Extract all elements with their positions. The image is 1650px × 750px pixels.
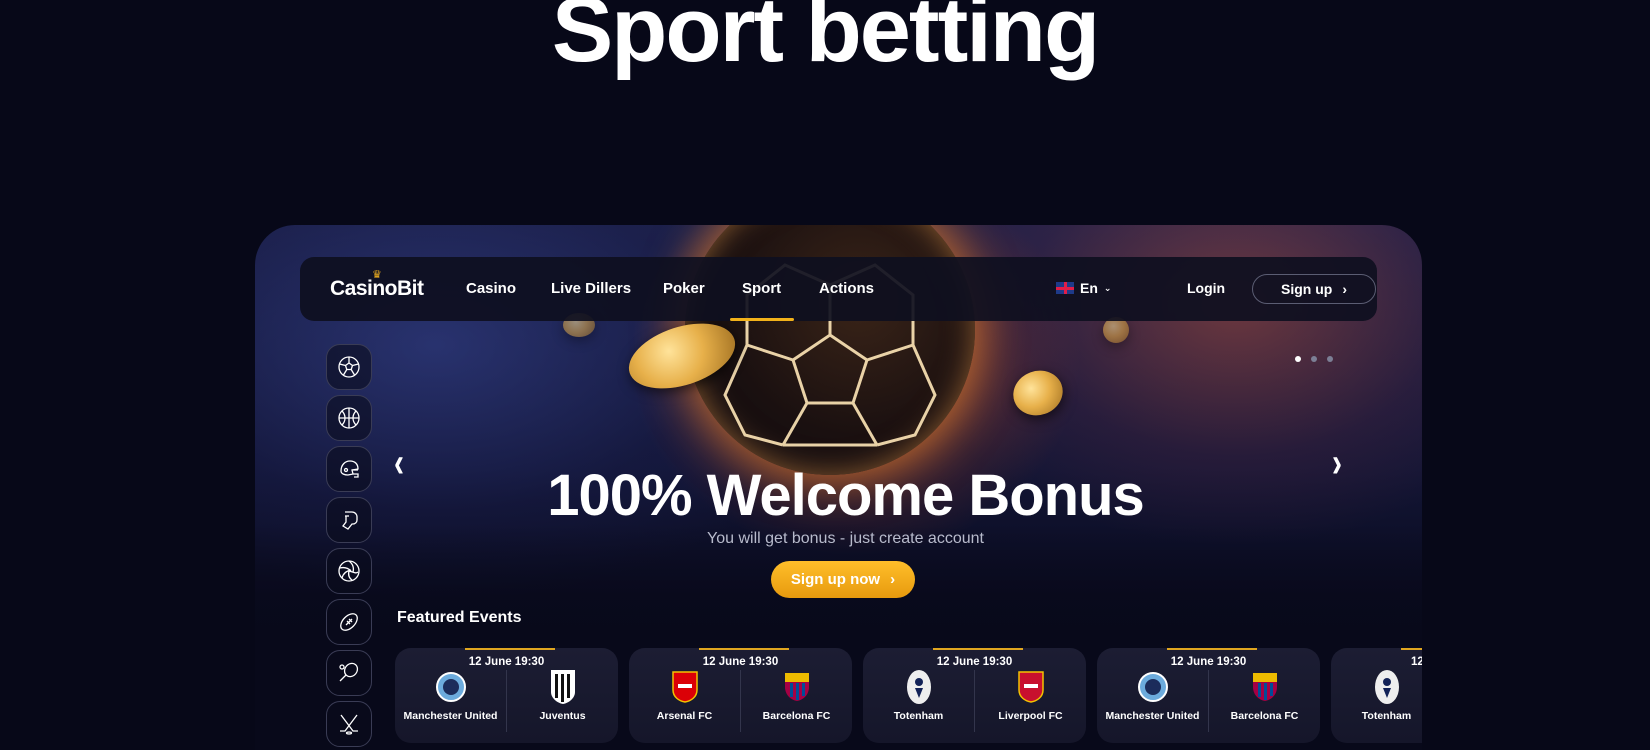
volleyball-icon — [338, 560, 360, 582]
team-name: Juventus — [539, 710, 586, 722]
nav-live-dillers[interactable]: Live Dillers — [551, 280, 631, 297]
team-name: Totenham — [893, 710, 944, 722]
event-card[interactable]: 12 June 19:30 Arsenal FC Barcelona FC — [629, 648, 852, 743]
away-team: Barcelona FC — [741, 668, 852, 723]
hero-subtitle: You will get bonus - just create account — [707, 530, 984, 547]
home-team: Totenham — [863, 668, 974, 723]
american-football-icon — [340, 613, 358, 631]
event-card[interactable]: 12 June 19:30 Manchester United Barcelon… — [1097, 648, 1320, 743]
nav-poker[interactable]: Poker — [663, 280, 705, 297]
sport-soccer-button[interactable] — [326, 344, 372, 390]
slider-dot[interactable] — [1311, 356, 1317, 362]
slider-dot[interactable] — [1327, 356, 1333, 362]
arsenal-crest-icon — [668, 668, 702, 706]
juventus-crest-icon — [546, 668, 580, 706]
sport-tennis-button[interactable] — [326, 650, 372, 696]
tennis-icon — [339, 662, 359, 682]
coin-art — [1006, 363, 1070, 423]
sport-rugby-button[interactable] — [326, 599, 372, 645]
event-card[interactable]: 12 June 19:30 Totenham Liverpool FC — [863, 648, 1086, 743]
event-accent-bar — [465, 648, 555, 650]
tottenham-crest-icon — [902, 668, 936, 706]
nav-casino[interactable]: Casino — [466, 280, 516, 297]
sport-hockey-button[interactable] — [326, 701, 372, 747]
language-selector[interactable]: En ⌄ — [1056, 280, 1111, 296]
home-team: Arsenal FC — [629, 668, 740, 723]
language-label: En — [1080, 280, 1098, 296]
chevron-down-icon: ⌄ — [1103, 282, 1112, 293]
team-name: Arsenal FC — [656, 710, 713, 722]
event-date: 12 June 19:30 — [1170, 656, 1247, 668]
event-card[interactable]: 12 June 19:30 Totenham — [1331, 648, 1422, 743]
event-date: 12 June 19:30 — [1411, 656, 1422, 668]
soccer-ball-icon — [338, 356, 360, 378]
team-name: Manchester United — [403, 710, 498, 722]
liverpool-crest-icon — [1014, 668, 1048, 706]
sport-volleyball-button[interactable] — [326, 548, 372, 594]
away-team: Barcelona FC — [1209, 668, 1320, 723]
tottenham-crest-icon — [1370, 668, 1404, 706]
team-name: Totenham — [1361, 710, 1412, 722]
event-date: 12 June 19:30 — [468, 656, 545, 668]
uk-flag-icon — [1056, 282, 1074, 294]
sport-basketball-button[interactable] — [326, 395, 372, 441]
home-team: Manchester United — [395, 668, 506, 723]
team-name: Liverpool FC — [998, 710, 1063, 722]
home-team: Manchester United — [1097, 668, 1208, 723]
hero-title: 100% Welcome Bonus — [547, 463, 1145, 528]
login-button[interactable]: Login — [1187, 280, 1225, 296]
away-team: Liverpool FC — [975, 668, 1086, 723]
event-accent-bar — [933, 648, 1023, 650]
home-team: Totenham — [1331, 668, 1422, 723]
barcelona-crest-icon — [780, 668, 814, 706]
slider-dot[interactable] — [1295, 356, 1301, 362]
barcelona-crest-icon — [1248, 668, 1282, 706]
sign-up-now-button[interactable]: Sign up now › — [771, 561, 915, 598]
featured-events-title: Featured Events — [397, 609, 522, 626]
away-team: Juventus — [507, 668, 618, 723]
hockey-icon — [340, 714, 358, 735]
signup-button[interactable]: Sign up › — [1252, 274, 1376, 304]
nav-sport[interactable]: Sport — [742, 280, 781, 297]
event-accent-bar — [1167, 648, 1257, 650]
active-nav-indicator — [730, 318, 794, 321]
chevron-right-icon: › — [890, 571, 896, 588]
event-date: 12 June 19:30 — [702, 656, 779, 668]
event-card[interactable]: 12 June 19:30 Manchester United Juventus — [395, 648, 618, 743]
team-name: Barcelona FC — [1230, 710, 1299, 722]
basketball-icon — [338, 407, 360, 429]
event-accent-bar — [1401, 648, 1422, 650]
page-heading: Sport betting — [551, 0, 1100, 81]
top-navbar: ♛ CasinoBit Casino Live Dillers Poker Sp… — [300, 257, 1377, 321]
team-name: Barcelona FC — [762, 710, 831, 722]
chevron-right-icon: › — [1342, 281, 1347, 297]
team-name: Manchester United — [1105, 710, 1200, 722]
event-date: 12 June 19:30 — [936, 656, 1013, 668]
slider-dots — [1295, 356, 1333, 362]
nav-actions[interactable]: Actions — [819, 280, 874, 297]
manchester-city-crest-icon — [1136, 668, 1170, 706]
logo[interactable]: CasinoBit — [330, 277, 424, 301]
manchester-city-crest-icon — [434, 668, 468, 706]
event-accent-bar — [699, 648, 789, 650]
cta-label: Sign up now — [790, 571, 881, 588]
signup-label: Sign up — [1281, 281, 1333, 297]
site-preview: ♛ CasinoBit Casino Live Dillers Poker Sp… — [255, 225, 1422, 750]
